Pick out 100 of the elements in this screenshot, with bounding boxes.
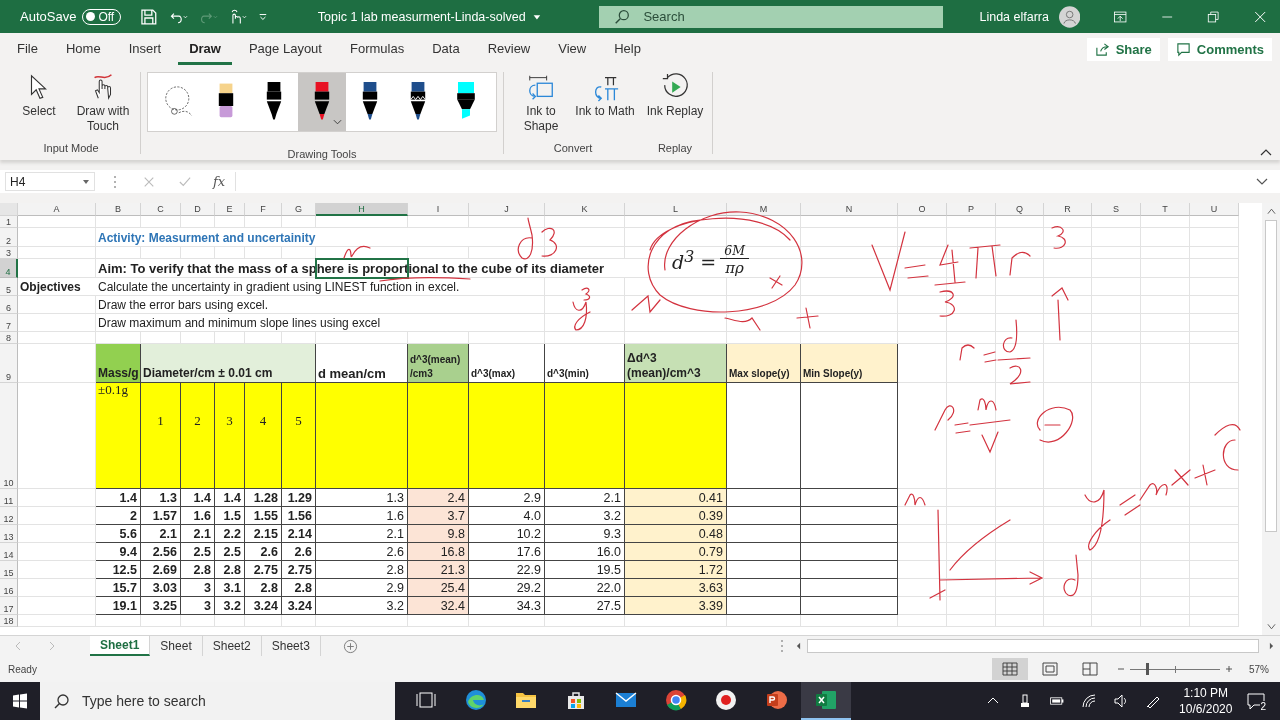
scroll-thumb[interactable] <box>807 639 1259 653</box>
scroll-thumb[interactable] <box>1265 220 1277 532</box>
column-header[interactable]: S <box>1092 203 1141 216</box>
ribbon-tab[interactable]: Insert <box>117 34 173 65</box>
ribbon-tab[interactable]: Formulas <box>338 34 416 65</box>
column-header[interactable]: K <box>545 203 625 216</box>
sheet-tab[interactable]: Sheet1 <box>90 636 151 656</box>
add-sheet-icon[interactable] <box>342 638 358 654</box>
column-header[interactable]: M <box>727 203 801 216</box>
row-header[interactable]: 8 <box>0 332 18 344</box>
row-header[interactable]: 2 <box>0 228 18 247</box>
notification-icon[interactable] <box>1246 692 1267 710</box>
table-cell: 2.8 <box>181 561 215 579</box>
ribbon-tab[interactable]: Data <box>421 34 471 65</box>
scroll-left-icon[interactable] <box>794 642 803 650</box>
pen-tool[interactable] <box>298 73 346 131</box>
column-header[interactable]: Q <box>996 203 1044 216</box>
row-header[interactable]: 4 <box>0 259 18 278</box>
row-header[interactable]: 5 <box>0 278 18 296</box>
column-header[interactable]: T <box>1141 203 1190 216</box>
column-header[interactable]: A <box>18 203 96 216</box>
document-title[interactable]: Topic 1 lab measurment-Linda-solved <box>317 9 526 24</box>
row-header[interactable]: 11 <box>0 489 18 507</box>
column-header[interactable]: G <box>282 203 316 216</box>
spreadsheet-app-button[interactable] <box>801 682 851 720</box>
column-header[interactable]: D <box>181 203 215 216</box>
table-cell: 3 <box>181 579 215 597</box>
ribbon-tab[interactable]: File <box>6 34 49 65</box>
ribbon-tab[interactable]: Home <box>54 34 112 65</box>
column-header[interactable]: R <box>1044 203 1092 216</box>
column-header[interactable]: C <box>141 203 181 216</box>
save-icon[interactable] <box>139 6 159 27</box>
page-break-icon <box>1082 662 1098 676</box>
row-header[interactable]: 1 <box>0 216 18 228</box>
taskbar-search-field[interactable]: Type here to search <box>40 682 395 720</box>
ribbon-tab[interactable]: Review <box>476 34 542 65</box>
share-button[interactable]: Share <box>1086 38 1160 61</box>
search-field[interactable]: Search <box>599 5 944 28</box>
ribbon-tab[interactable]: Draw <box>178 34 232 65</box>
comments-button[interactable]: Comments <box>1167 38 1272 61</box>
ribbon-tab[interactable]: Page Layout <box>237 34 333 65</box>
avatar-icon[interactable] <box>1058 3 1081 30</box>
select-button[interactable]: Select <box>8 70 70 142</box>
column-heading: Min Slope(y) <box>801 344 898 383</box>
scroll-down-icon[interactable] <box>1266 623 1276 631</box>
row-header[interactable]: 18 <box>0 615 18 627</box>
ribbon-tab[interactable]: View <box>547 34 598 65</box>
name-box[interactable]: H4 <box>5 172 95 191</box>
notification-count: 2 <box>1260 700 1266 712</box>
column-header[interactable]: B <box>96 203 141 216</box>
collapse-ribbon-icon[interactable] <box>1260 148 1272 156</box>
row-header[interactable]: 7 <box>0 314 18 332</box>
table-cell: 2.75 <box>245 561 282 579</box>
column-heading: Mass/g <box>96 344 141 383</box>
scroll-right-icon[interactable] <box>1267 642 1276 650</box>
ink-replay-button[interactable]: Ink Replay <box>644 70 706 142</box>
row-header[interactable]: 16 <box>0 579 18 597</box>
row-header[interactable]: 15 <box>0 561 18 579</box>
ink-convert-button[interactable]: Ink to Shape <box>510 70 572 142</box>
scroll-up-icon[interactable] <box>1266 207 1276 215</box>
row-header[interactable]: 3 <box>0 247 18 259</box>
drag-handle-icon[interactable] <box>113 174 117 189</box>
table-cell: 2.9 <box>469 489 545 507</box>
table-cell: 1.55 <box>245 507 282 525</box>
ink-convert-button[interactable]: Ink to Math <box>574 70 636 142</box>
ribbon-tab[interactable]: Help <box>603 34 652 65</box>
wifi-icon[interactable] <box>1081 693 1098 709</box>
column-header[interactable]: H <box>316 203 408 216</box>
column-header[interactable]: O <box>898 203 947 216</box>
vertical-scrollbar[interactable] <box>1262 203 1280 635</box>
start-icon[interactable] <box>12 693 28 709</box>
row-header[interactable]: 17 <box>0 597 18 615</box>
row-header[interactable]: 13 <box>0 525 18 543</box>
table-cell: 3.63 <box>625 579 727 597</box>
check-icon[interactable] <box>179 175 191 188</box>
column-header[interactable]: J <box>469 203 545 216</box>
row-header[interactable]: 6 <box>0 296 18 314</box>
column-header[interactable]: F <box>245 203 282 216</box>
insert-function-button[interactable]: fx <box>213 174 226 189</box>
clock[interactable]: 1:10 PM 10/6/2020 <box>1179 685 1233 717</box>
table-cell: 1.3 <box>141 489 181 507</box>
drag-handle-icon[interactable] <box>780 639 784 653</box>
row-header[interactable]: 10 <box>0 383 18 489</box>
column-header[interactable]: U <box>1190 203 1239 216</box>
column-header[interactable]: I <box>408 203 469 216</box>
column-header[interactable]: L <box>625 203 727 216</box>
row-header[interactable]: 14 <box>0 543 18 561</box>
zoom-level[interactable]: 57% <box>1238 663 1280 675</box>
draw-with-touch-button[interactable]: Draw with Touch <box>72 70 134 142</box>
caret-icon[interactable] <box>333 119 342 125</box>
user-name[interactable]: Linda elfarra <box>979 9 1049 24</box>
column-header[interactable]: P <box>947 203 996 216</box>
plus-icon[interactable] <box>1224 664 1234 674</box>
row-header[interactable]: 12 <box>0 507 18 525</box>
normal-view-button[interactable] <box>992 658 1028 680</box>
objective-text: Draw maximum and minimum slope lines using excel <box>96 314 469 332</box>
row-header[interactable]: 9 <box>0 344 18 383</box>
column-header[interactable]: N <box>801 203 898 216</box>
column-header[interactable]: E <box>215 203 245 216</box>
slider-thumb[interactable] <box>1146 663 1150 675</box>
